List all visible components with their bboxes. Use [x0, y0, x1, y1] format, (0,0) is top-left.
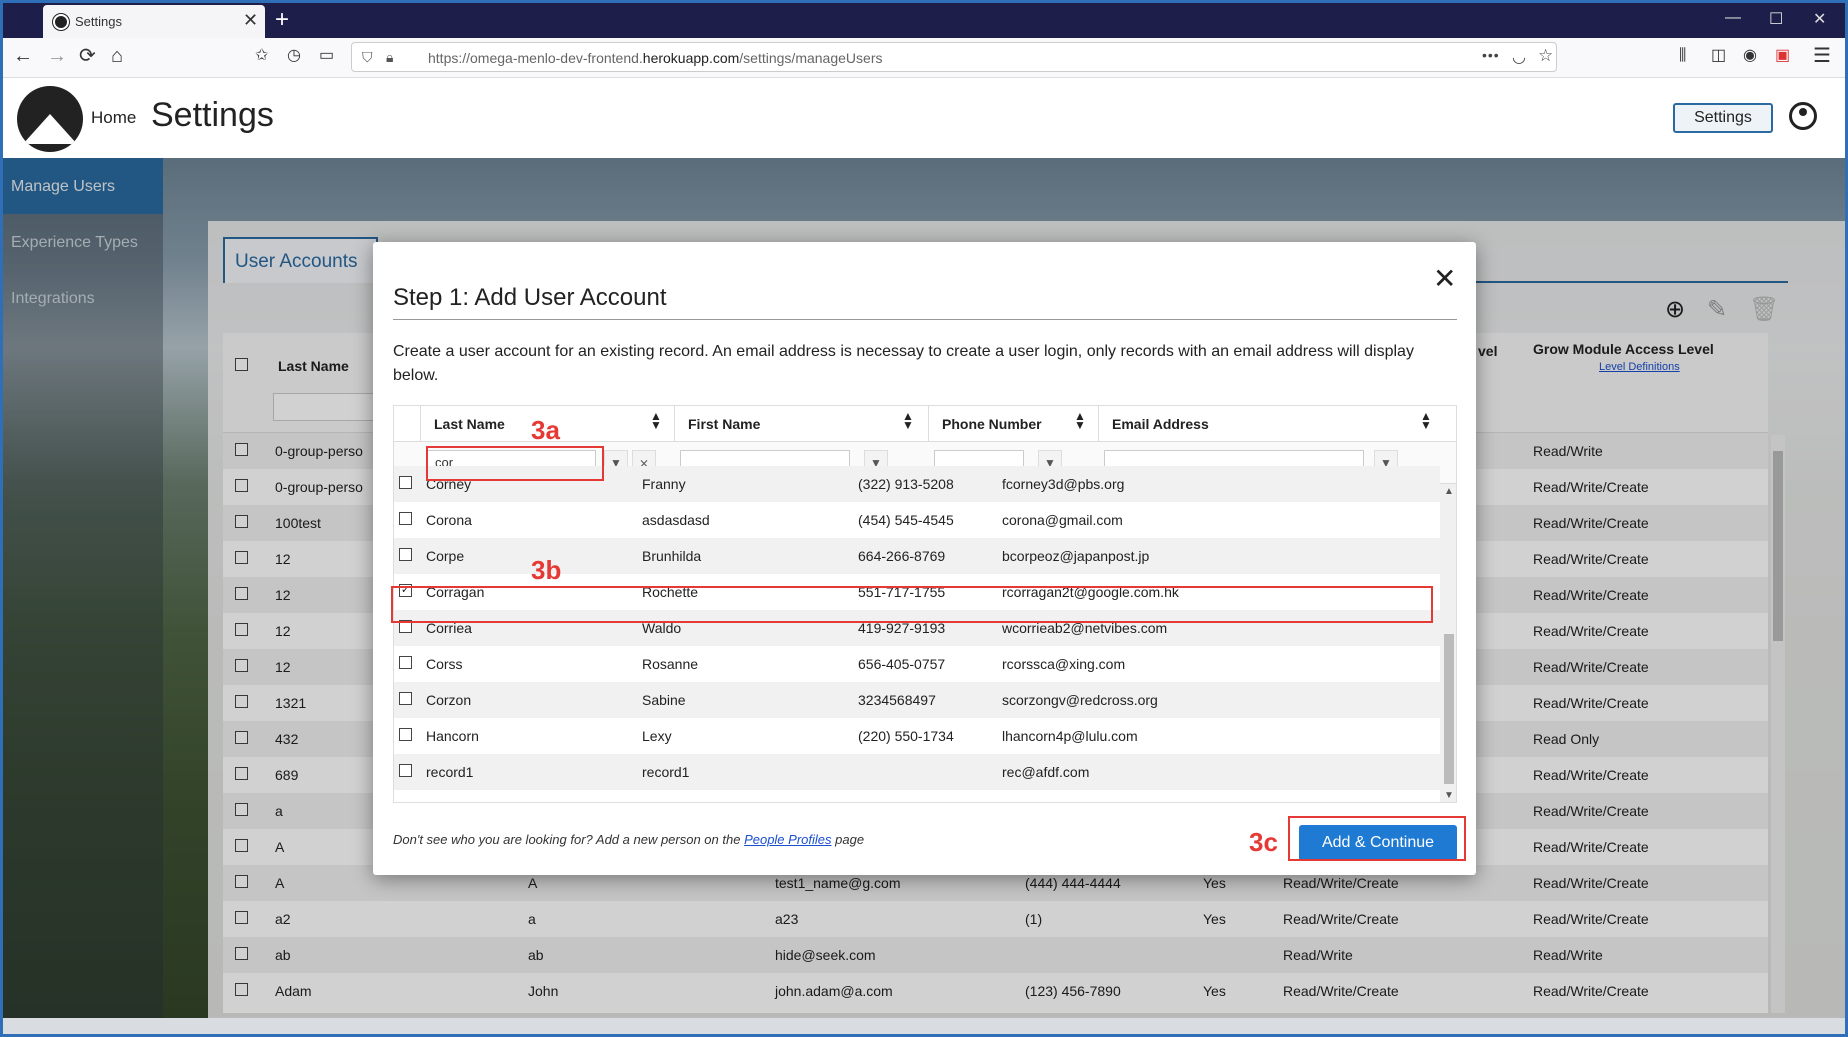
- menu-icon[interactable]: ☰: [1813, 46, 1831, 66]
- scroll-up-icon[interactable]: ▲: [1444, 486, 1454, 497]
- modal-title: Step 1: Add User Account: [393, 284, 667, 311]
- row-checkbox[interactable]: [399, 548, 412, 561]
- annotation-label-3b: 3b: [531, 555, 562, 585]
- bookmark-star-icon[interactable]: ✩: [255, 46, 268, 66]
- scroll-down-icon[interactable]: ▼: [1444, 790, 1454, 801]
- profile-icon[interactable]: ◉: [1743, 46, 1757, 66]
- row-checkbox[interactable]: [399, 656, 412, 669]
- grid-scrollbar-thumb[interactable]: [1444, 634, 1454, 784]
- cell-phone: (322) 913-5208: [858, 476, 954, 492]
- sort-first-name-icon[interactable]: ▲ ▼: [902, 410, 914, 431]
- cell-email: rcorssca@xing.com: [1002, 656, 1126, 672]
- cell-first: asdasdasd: [642, 512, 710, 528]
- cell-last: Hancorn: [426, 728, 479, 744]
- cell-last: Corpe: [426, 548, 465, 564]
- cell-phone: (454) 545-4545: [858, 512, 954, 528]
- row-checkbox[interactable]: [399, 728, 412, 741]
- browser-tab[interactable]: Settings ✕: [43, 5, 265, 38]
- row-checkbox[interactable]: [399, 764, 412, 777]
- cell-phone: (220) 550-1734: [858, 728, 954, 744]
- home-link[interactable]: Home: [91, 108, 136, 128]
- cell-first: record1: [642, 764, 690, 780]
- page-title: Settings: [151, 96, 274, 134]
- window-close-icon[interactable]: ✕: [1813, 9, 1826, 29]
- forward-icon[interactable]: →: [47, 46, 67, 66]
- bookmark-icon[interactable]: ☆: [1538, 46, 1553, 66]
- column-header-first-name[interactable]: First Name: [688, 416, 760, 432]
- cell-email: scorzongv@redcross.org: [1002, 692, 1158, 708]
- grid-row[interactable]: Corss Rosanne 656-405-0757 rcorssca@xing.co…: [394, 646, 1440, 682]
- cell-email: bcorpeoz@japanpost.jp: [1002, 548, 1150, 564]
- page-actions-icon[interactable]: •••: [1482, 47, 1500, 63]
- modal-close-icon[interactable]: ✕: [1433, 262, 1456, 295]
- cell-email: lhancorn4p@lulu.com: [1002, 728, 1138, 744]
- cell-phone: 3234568497: [858, 692, 936, 708]
- cell-phone: 664-266-8769: [858, 548, 946, 564]
- column-header-last-name[interactable]: Last Name: [434, 416, 505, 432]
- home-icon[interactable]: ⌂: [111, 46, 123, 66]
- cell-first: Franny: [642, 476, 686, 492]
- extension-icon[interactable]: ▣: [1775, 46, 1790, 66]
- browser-tab-bar: Settings ✕ + — ☐ ✕: [3, 3, 1845, 38]
- shield-icon: ⛉: [362, 49, 373, 65]
- annotation-label-3a: 3a: [531, 415, 560, 445]
- reload-icon[interactable]: ⟳: [79, 46, 96, 66]
- maximize-icon[interactable]: ☐: [1769, 9, 1783, 29]
- grid-scrollbar[interactable]: ▲ ▼: [1440, 484, 1456, 802]
- grid-row[interactable]: Hancorn Lexy (220) 550-1734 lhancorn4p@lulu…: [394, 718, 1440, 754]
- app-favicon-icon: [53, 14, 69, 30]
- cell-first: Lexy: [642, 728, 672, 744]
- row-checkbox[interactable]: [399, 512, 412, 525]
- annotation-label-3c: 3c: [1249, 827, 1278, 857]
- new-tab-icon[interactable]: +: [275, 6, 289, 34]
- cell-first: Sabine: [642, 692, 686, 708]
- grid-row[interactable]: Corona asdasdasd (454) 545-4545 corona@gmai…: [394, 502, 1440, 538]
- folder-icon[interactable]: ▭: [319, 46, 334, 66]
- address-bar[interactable]: ⛉ 🔒︎ https://omega-menlo-dev-frontend.he…: [351, 42, 1557, 72]
- row-checkbox[interactable]: [399, 476, 412, 489]
- pocket-icon[interactable]: ◡: [1512, 47, 1526, 67]
- cell-last: record1: [426, 764, 474, 780]
- app-logo-icon[interactable]: [17, 86, 83, 152]
- lock-icon: 🔒︎: [386, 49, 394, 65]
- add-person-hint: Don't see who you are looking for? Add a…: [393, 832, 865, 847]
- row-checkbox[interactable]: [399, 692, 412, 705]
- url-text: https://omega-menlo-dev-frontend.herokua…: [428, 50, 883, 66]
- column-header-phone-number[interactable]: Phone Number: [942, 416, 1042, 432]
- back-icon[interactable]: ←: [13, 46, 33, 66]
- tab-close-icon[interactable]: ✕: [243, 10, 258, 31]
- annotation-box-filter: [426, 446, 604, 481]
- grid-row[interactable]: Corzon Sabine 3234568497 scorzongv@redcross…: [394, 682, 1440, 718]
- history-icon[interactable]: ◷: [287, 46, 301, 66]
- cell-email: rec@afdf.com: [1002, 764, 1090, 780]
- grid-row[interactable]: record1 record1 rec@afdf.com: [394, 754, 1440, 790]
- sort-phone-icon[interactable]: ▲ ▼: [1074, 410, 1086, 431]
- annotation-box-row: [391, 586, 1433, 623]
- cell-last: Corzon: [426, 692, 472, 708]
- cell-last: Corona: [426, 512, 472, 528]
- account-icon[interactable]: [1789, 102, 1817, 130]
- status-strip: [3, 1018, 1845, 1034]
- settings-button[interactable]: Settings: [1673, 103, 1773, 133]
- sort-email-icon[interactable]: ▲ ▼: [1420, 410, 1432, 431]
- cell-last: Corss: [426, 656, 463, 672]
- app-header: Home Settings Settings: [3, 78, 1845, 158]
- modal-description: Create a user account for an existing re…: [393, 343, 1414, 384]
- column-header-email-address[interactable]: Email Address: [1112, 416, 1209, 432]
- library-icon[interactable]: ⫼: [1679, 46, 1686, 66]
- sidebar-toggle-icon[interactable]: ◫: [1711, 46, 1726, 66]
- cell-phone: 656-405-0757: [858, 656, 946, 672]
- minimize-icon[interactable]: —: [1725, 9, 1741, 27]
- cell-email: fcorney3d@pbs.org: [1002, 476, 1125, 492]
- modal-divider: [393, 319, 1457, 320]
- browser-nav-bar: ← → ⟳ ⌂ ✩ ◷ ▭ ⛉ 🔒︎ https://omega-menlo-d…: [3, 38, 1845, 78]
- cell-email: corona@gmail.com: [1002, 512, 1123, 528]
- cell-first: Rosanne: [642, 656, 699, 672]
- browser-window: Settings ✕ + — ☐ ✕ ← → ⟳ ⌂ ✩ ◷ ▭ ⛉ 🔒︎ ht…: [0, 0, 1848, 1037]
- people-profiles-link[interactable]: People Profiles: [744, 832, 831, 847]
- tab-title: Settings: [75, 14, 122, 29]
- cell-first: Brunhilda: [642, 548, 702, 564]
- annotation-box-button: [1288, 816, 1466, 861]
- sort-last-name-icon[interactable]: ▲ ▼: [650, 410, 662, 431]
